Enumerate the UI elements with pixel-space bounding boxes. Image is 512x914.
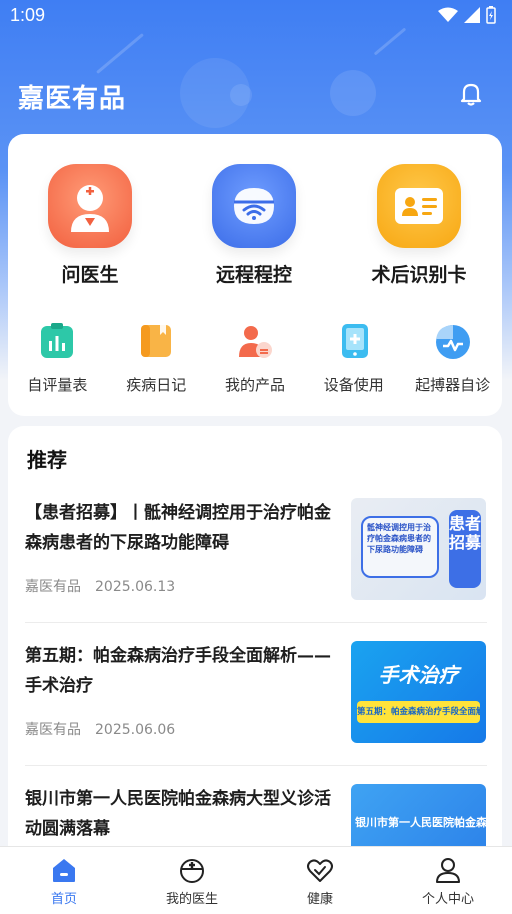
recommend-section: 推荐 【患者招募】丨骶神经调控用于治疗帕金森病患者的下尿路功能障碍 嘉医有品 20… <box>8 426 502 896</box>
my-products-button[interactable]: 我的产品 <box>206 322 305 395</box>
article-item[interactable]: 第五期：帕金森病治疗手段全面解析——手术治疗 嘉医有品 2025.06.06 手术… <box>8 641 502 784</box>
nav-my-doctor[interactable]: 我的医生 <box>128 847 256 914</box>
app-title: 嘉医有品 <box>18 84 127 114</box>
bottom-nav: 首页 我的医生 健康 个人中心 <box>0 846 512 914</box>
implant-card-button[interactable]: 术后识别卡 <box>344 164 494 287</box>
small-feature-label: 我的产品 <box>224 376 285 394</box>
big-feature-label: 远程程控 <box>215 264 292 286</box>
id-card-icon <box>377 164 461 248</box>
doctor-icon <box>48 164 132 248</box>
thumb-main-text: 患者招募 <box>449 510 481 588</box>
feature-card: 问医生 远程程控 术后识别卡 自评量表 疾病日记 我的产品 设备使用 起搏器自诊 <box>8 134 502 416</box>
thumb-sub-text: 骶神经调控用于治疗帕金森病患者的下尿路功能障碍 <box>361 516 439 578</box>
article-source: 嘉医有品 <box>25 722 81 738</box>
small-feature-label: 起搏器自诊 <box>415 376 491 394</box>
pacemaker-self-check-button[interactable]: 起搏器自诊 <box>403 322 502 395</box>
remote-control-button[interactable]: 远程程控 <box>179 164 329 287</box>
nav-label: 个人中心 <box>421 892 474 907</box>
article-title: 第五期：帕金森病治疗手段全面解析——手术治疗 <box>25 646 331 696</box>
small-feature-label: 自评量表 <box>27 376 88 394</box>
ask-doctor-button[interactable]: 问医生 <box>15 164 165 287</box>
recommend-title: 推荐 <box>27 448 67 472</box>
article-title: 银川市第一人民医院帕金森病大型义诊活动圆满落幕 <box>25 789 331 839</box>
status-time: 1:09 <box>10 4 46 25</box>
thumb-sub-text: 第五期：帕金森病治疗手段全面解析 <box>357 701 480 723</box>
notification-bell-icon[interactable] <box>454 76 488 110</box>
small-feature-label: 设备使用 <box>323 376 384 394</box>
status-bar: 1:09 <box>0 0 512 30</box>
small-feature-row: 自评量表 疾病日记 我的产品 设备使用 起搏器自诊 <box>8 322 502 395</box>
nav-profile[interactable]: 个人中心 <box>384 847 512 914</box>
article-title: 【患者招募】丨骶神经调控用于治疗帕金森病患者的下尿路功能障碍 <box>25 503 331 553</box>
home-icon <box>49 855 79 885</box>
article-date: 2025.06.13 <box>95 579 176 595</box>
home-screen: 1:09 嘉医有品 问医生 远程程控 术后识别卡 自评量表 疾病日记 我的产品 … <box>0 0 512 914</box>
pacemaker-icon <box>434 322 472 360</box>
nav-label: 我的医生 <box>165 892 218 907</box>
nav-health[interactable]: 健康 <box>256 847 384 914</box>
article-thumbnail: 骶神经调控用于治疗帕金森病患者的下尿路功能障碍 患者招募 <box>351 498 486 600</box>
chart-clipboard-icon <box>38 322 76 360</box>
person-icon <box>433 855 463 885</box>
article-meta: 嘉医有品 2025.06.06 <box>25 719 175 739</box>
device-usage-button[interactable]: 设备使用 <box>304 322 403 395</box>
article-date: 2025.06.06 <box>95 722 176 738</box>
heart-icon <box>305 855 335 885</box>
article-divider <box>25 622 487 623</box>
nav-label: 首页 <box>50 892 77 907</box>
disease-diary-button[interactable]: 疾病日记 <box>107 322 206 395</box>
nav-home[interactable]: 首页 <box>0 847 128 914</box>
product-user-icon <box>236 322 274 360</box>
nav-label: 健康 <box>306 892 333 907</box>
signal-icon <box>464 7 480 23</box>
thumb-main-text: 银川市第一人民医院帕金森病 <box>355 816 486 829</box>
big-feature-label: 问医生 <box>61 264 119 286</box>
article-item[interactable]: 【患者招募】丨骶神经调控用于治疗帕金森病患者的下尿路功能障碍 嘉医有品 2025.… <box>8 498 502 641</box>
wifi-icon <box>438 7 458 22</box>
doctor-cap-icon <box>177 855 207 885</box>
status-icons <box>438 6 496 24</box>
remote-control-icon <box>212 164 296 248</box>
self-assessment-button[interactable]: 自评量表 <box>8 322 107 395</box>
thumb-main-text: 手术治疗 <box>378 663 459 687</box>
article-meta: 嘉医有品 2025.06.13 <box>25 576 175 596</box>
battery-icon <box>486 6 496 24</box>
article-divider <box>25 765 487 766</box>
article-thumbnail: 手术治疗 第五期：帕金森病治疗手段全面解析 <box>351 641 486 743</box>
small-feature-label: 疾病日记 <box>126 376 187 394</box>
article-source: 嘉医有品 <box>25 579 81 595</box>
tablet-plus-icon <box>335 322 373 360</box>
big-feature-label: 术后识别卡 <box>371 264 467 286</box>
diary-icon <box>137 322 175 360</box>
